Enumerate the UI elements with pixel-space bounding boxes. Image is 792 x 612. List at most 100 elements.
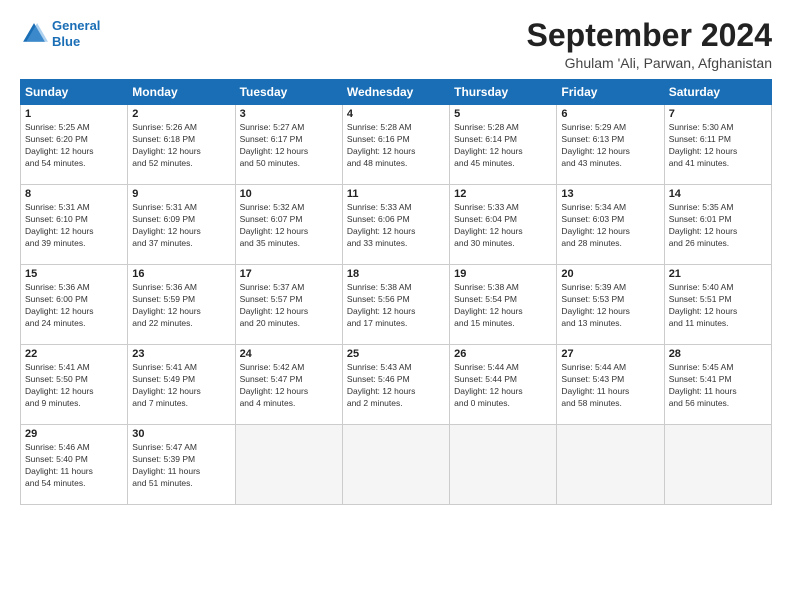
day-info: Sunrise: 5:38 AM Sunset: 5:56 PM Dayligh… (347, 282, 445, 330)
table-row: 4 Sunrise: 5:28 AM Sunset: 6:16 PM Dayli… (342, 105, 449, 185)
table-row: 28 Sunrise: 5:45 AM Sunset: 5:41 PM Dayl… (664, 345, 771, 425)
day-info: Sunrise: 5:40 AM Sunset: 5:51 PM Dayligh… (669, 282, 767, 330)
day-info: Sunrise: 5:34 AM Sunset: 6:03 PM Dayligh… (561, 202, 659, 250)
table-row: 7 Sunrise: 5:30 AM Sunset: 6:11 PM Dayli… (664, 105, 771, 185)
day-number: 25 (347, 348, 445, 360)
day-number: 14 (669, 188, 767, 200)
day-number: 27 (561, 348, 659, 360)
calendar-row: 22 Sunrise: 5:41 AM Sunset: 5:50 PM Dayl… (21, 345, 772, 425)
col-tuesday: Tuesday (235, 80, 342, 105)
day-number: 8 (25, 188, 123, 200)
day-info: Sunrise: 5:31 AM Sunset: 6:10 PM Dayligh… (25, 202, 123, 250)
day-info: Sunrise: 5:43 AM Sunset: 5:46 PM Dayligh… (347, 362, 445, 410)
day-info: Sunrise: 5:25 AM Sunset: 6:20 PM Dayligh… (25, 122, 123, 170)
day-info: Sunrise: 5:36 AM Sunset: 5:59 PM Dayligh… (132, 282, 230, 330)
calendar-row: 15 Sunrise: 5:36 AM Sunset: 6:00 PM Dayl… (21, 265, 772, 345)
day-number: 30 (132, 428, 230, 440)
day-info: Sunrise: 5:33 AM Sunset: 6:04 PM Dayligh… (454, 202, 552, 250)
table-row: 27 Sunrise: 5:44 AM Sunset: 5:43 PM Dayl… (557, 345, 664, 425)
day-info: Sunrise: 5:36 AM Sunset: 6:00 PM Dayligh… (25, 282, 123, 330)
table-row: 11 Sunrise: 5:33 AM Sunset: 6:06 PM Dayl… (342, 185, 449, 265)
day-number: 21 (669, 268, 767, 280)
table-row: 9 Sunrise: 5:31 AM Sunset: 6:09 PM Dayli… (128, 185, 235, 265)
day-number: 11 (347, 188, 445, 200)
day-info: Sunrise: 5:30 AM Sunset: 6:11 PM Dayligh… (669, 122, 767, 170)
day-number: 5 (454, 108, 552, 120)
table-row: 1 Sunrise: 5:25 AM Sunset: 6:20 PM Dayli… (21, 105, 128, 185)
day-number: 23 (132, 348, 230, 360)
day-number: 16 (132, 268, 230, 280)
day-info: Sunrise: 5:41 AM Sunset: 5:49 PM Dayligh… (132, 362, 230, 410)
table-row: 21 Sunrise: 5:40 AM Sunset: 5:51 PM Dayl… (664, 265, 771, 345)
calendar-header-row: Sunday Monday Tuesday Wednesday Thursday… (21, 80, 772, 105)
table-row: 12 Sunrise: 5:33 AM Sunset: 6:04 PM Dayl… (450, 185, 557, 265)
col-monday: Monday (128, 80, 235, 105)
logo-icon (20, 20, 48, 48)
logo-text: General Blue (52, 18, 100, 49)
day-info: Sunrise: 5:33 AM Sunset: 6:06 PM Dayligh… (347, 202, 445, 250)
calendar-page: General Blue September 2024 Ghulam 'Ali,… (0, 0, 792, 612)
day-number: 22 (25, 348, 123, 360)
day-info: Sunrise: 5:45 AM Sunset: 5:41 PM Dayligh… (669, 362, 767, 410)
table-row: 13 Sunrise: 5:34 AM Sunset: 6:03 PM Dayl… (557, 185, 664, 265)
table-row: 30 Sunrise: 5:47 AM Sunset: 5:39 PM Dayl… (128, 425, 235, 505)
table-row: 25 Sunrise: 5:43 AM Sunset: 5:46 PM Dayl… (342, 345, 449, 425)
day-number: 10 (240, 188, 338, 200)
table-row: 15 Sunrise: 5:36 AM Sunset: 6:00 PM Dayl… (21, 265, 128, 345)
day-number: 12 (454, 188, 552, 200)
table-row (342, 425, 449, 505)
day-number: 3 (240, 108, 338, 120)
table-row: 20 Sunrise: 5:39 AM Sunset: 5:53 PM Dayl… (557, 265, 664, 345)
day-number: 15 (25, 268, 123, 280)
month-title: September 2024 (527, 18, 772, 53)
day-number: 13 (561, 188, 659, 200)
day-number: 17 (240, 268, 338, 280)
table-row: 14 Sunrise: 5:35 AM Sunset: 6:01 PM Dayl… (664, 185, 771, 265)
table-row: 2 Sunrise: 5:26 AM Sunset: 6:18 PM Dayli… (128, 105, 235, 185)
day-number: 19 (454, 268, 552, 280)
day-info: Sunrise: 5:28 AM Sunset: 6:16 PM Dayligh… (347, 122, 445, 170)
table-row (557, 425, 664, 505)
day-info: Sunrise: 5:41 AM Sunset: 5:50 PM Dayligh… (25, 362, 123, 410)
day-info: Sunrise: 5:29 AM Sunset: 6:13 PM Dayligh… (561, 122, 659, 170)
day-number: 20 (561, 268, 659, 280)
col-sunday: Sunday (21, 80, 128, 105)
day-number: 1 (25, 108, 123, 120)
day-info: Sunrise: 5:42 AM Sunset: 5:47 PM Dayligh… (240, 362, 338, 410)
day-info: Sunrise: 5:47 AM Sunset: 5:39 PM Dayligh… (132, 442, 230, 490)
col-friday: Friday (557, 80, 664, 105)
location-subtitle: Ghulam 'Ali, Parwan, Afghanistan (527, 55, 772, 71)
table-row: 19 Sunrise: 5:38 AM Sunset: 5:54 PM Dayl… (450, 265, 557, 345)
table-row (235, 425, 342, 505)
day-number: 4 (347, 108, 445, 120)
day-number: 18 (347, 268, 445, 280)
day-info: Sunrise: 5:35 AM Sunset: 6:01 PM Dayligh… (669, 202, 767, 250)
day-info: Sunrise: 5:32 AM Sunset: 6:07 PM Dayligh… (240, 202, 338, 250)
table-row: 24 Sunrise: 5:42 AM Sunset: 5:47 PM Dayl… (235, 345, 342, 425)
day-number: 28 (669, 348, 767, 360)
table-row: 26 Sunrise: 5:44 AM Sunset: 5:44 PM Dayl… (450, 345, 557, 425)
table-row: 10 Sunrise: 5:32 AM Sunset: 6:07 PM Dayl… (235, 185, 342, 265)
day-number: 7 (669, 108, 767, 120)
day-info: Sunrise: 5:39 AM Sunset: 5:53 PM Dayligh… (561, 282, 659, 330)
day-info: Sunrise: 5:31 AM Sunset: 6:09 PM Dayligh… (132, 202, 230, 250)
day-info: Sunrise: 5:44 AM Sunset: 5:44 PM Dayligh… (454, 362, 552, 410)
table-row: 5 Sunrise: 5:28 AM Sunset: 6:14 PM Dayli… (450, 105, 557, 185)
calendar-row: 29 Sunrise: 5:46 AM Sunset: 5:40 PM Dayl… (21, 425, 772, 505)
logo: General Blue (20, 18, 100, 49)
day-number: 9 (132, 188, 230, 200)
day-info: Sunrise: 5:26 AM Sunset: 6:18 PM Dayligh… (132, 122, 230, 170)
day-info: Sunrise: 5:37 AM Sunset: 5:57 PM Dayligh… (240, 282, 338, 330)
day-info: Sunrise: 5:44 AM Sunset: 5:43 PM Dayligh… (561, 362, 659, 410)
table-row: 29 Sunrise: 5:46 AM Sunset: 5:40 PM Dayl… (21, 425, 128, 505)
calendar-row: 8 Sunrise: 5:31 AM Sunset: 6:10 PM Dayli… (21, 185, 772, 265)
day-number: 24 (240, 348, 338, 360)
day-info: Sunrise: 5:46 AM Sunset: 5:40 PM Dayligh… (25, 442, 123, 490)
table-row (664, 425, 771, 505)
table-row (450, 425, 557, 505)
table-row: 22 Sunrise: 5:41 AM Sunset: 5:50 PM Dayl… (21, 345, 128, 425)
calendar-row: 1 Sunrise: 5:25 AM Sunset: 6:20 PM Dayli… (21, 105, 772, 185)
table-row: 6 Sunrise: 5:29 AM Sunset: 6:13 PM Dayli… (557, 105, 664, 185)
day-number: 26 (454, 348, 552, 360)
table-row: 16 Sunrise: 5:36 AM Sunset: 5:59 PM Dayl… (128, 265, 235, 345)
